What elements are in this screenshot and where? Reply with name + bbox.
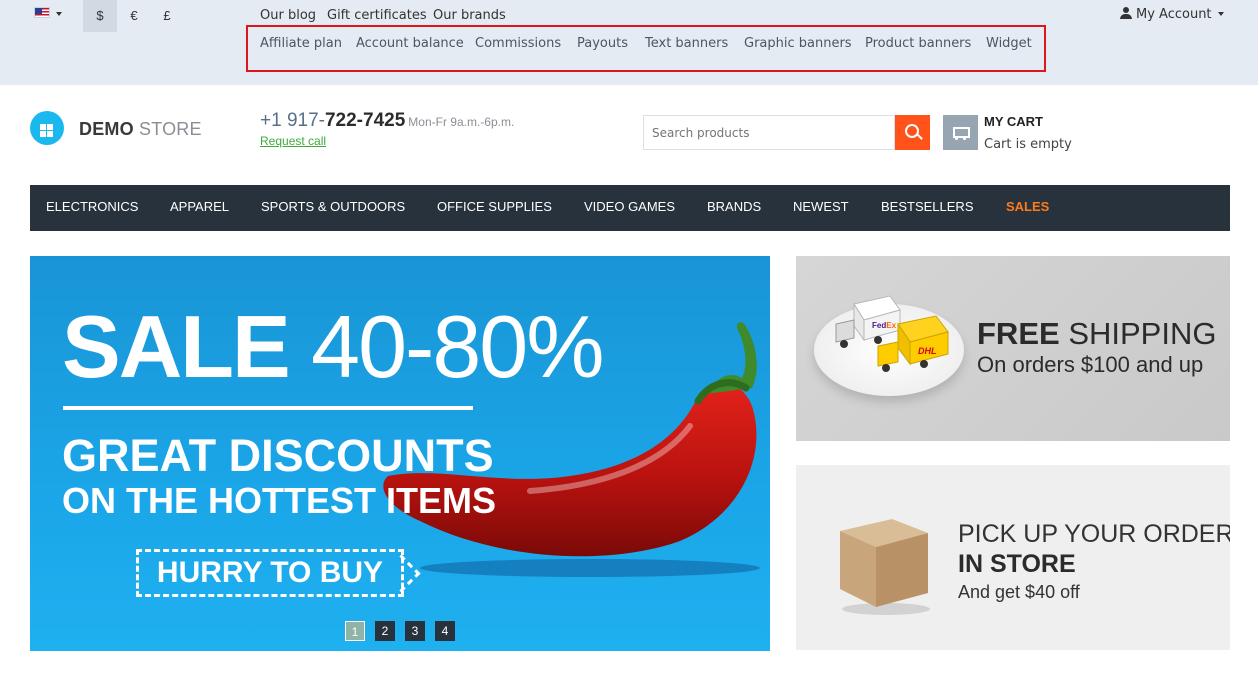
dhl-truck-icon: DHL (877, 315, 949, 372)
nav-electronics[interactable]: ELECTRONICS (46, 185, 138, 231)
user-icon (1120, 7, 1132, 19)
logo-text[interactable]: DEMO STORE (79, 119, 202, 140)
slide-dot-2[interactable]: 2 (375, 621, 395, 641)
logo-icon[interactable] (30, 111, 64, 145)
cardboard-box-icon (840, 519, 930, 615)
chevron-down-icon[interactable] (56, 12, 62, 16)
nav-sales[interactable]: SALES (1006, 185, 1049, 231)
hero-divider (63, 406, 473, 410)
nav-apparel[interactable]: APPAREL (170, 185, 229, 231)
search-icon[interactable] (895, 115, 930, 150)
shipping-title: FREE SHIPPING (977, 316, 1217, 351)
top-bar: $ € £ Our blog Gift certificates Our bra… (0, 0, 1258, 85)
slide-dot-3[interactable]: 3 (405, 621, 425, 641)
free-shipping-banner[interactable]: FedEx DHL FREE SHIPPING On orders $100 a… (796, 256, 1230, 441)
phone-number: +1 917-722-7425 Mon-Fr 9a.m.-6p.m. (260, 110, 515, 131)
us-flag-icon[interactable] (34, 7, 50, 18)
cart-status: Cart is empty (984, 137, 1072, 152)
cart-icon[interactable] (943, 115, 978, 150)
shipping-subtitle: On orders $100 and up (977, 352, 1204, 377)
svg-text:DHL: DHL (918, 346, 937, 356)
link-product-banners[interactable]: Product banners (865, 36, 971, 51)
cart-title[interactable]: MY CART (984, 114, 1043, 129)
chevron-down-icon (1217, 12, 1224, 16)
link-payouts[interactable]: Payouts (577, 36, 628, 51)
my-account-menu[interactable]: My Account (1120, 7, 1224, 22)
hurry-to-buy-button[interactable]: HURRY TO BUY (136, 549, 404, 597)
my-account-label: My Account (1136, 7, 1212, 22)
nav-bestsellers[interactable]: BESTSELLERS (881, 185, 974, 231)
link-widget[interactable]: Widget (986, 36, 1032, 51)
link-our-blog[interactable]: Our blog (260, 8, 316, 23)
pickup-subtitle: And get $40 off (958, 582, 1080, 602)
currency-eur[interactable]: € (117, 0, 151, 32)
pickup-title: PICK UP YOUR ORDER (958, 520, 1230, 548)
hero-banner[interactable]: SALE 40-80% GREAT DISCOUNTS ON THE HOTTE… (30, 256, 770, 651)
link-commissions[interactable]: Commissions (475, 36, 561, 51)
link-affiliate-plan[interactable]: Affiliate plan (260, 36, 342, 51)
link-graphic-banners[interactable]: Graphic banners (744, 36, 852, 51)
search-input[interactable] (643, 115, 895, 150)
currency-usd[interactable]: $ (83, 0, 117, 32)
nav-brands[interactable]: BRANDS (707, 185, 761, 231)
nav-office-supplies[interactable]: OFFICE SUPPLIES (437, 185, 552, 231)
nav-sports-outdoors[interactable]: SPORTS & OUTDOORS (261, 185, 405, 231)
link-text-banners[interactable]: Text banners (645, 36, 728, 51)
pickup-title-bold: IN STORE (958, 550, 1076, 578)
nav-video-games[interactable]: VIDEO GAMES (584, 185, 675, 231)
link-gift-certificates[interactable]: Gift certificates (327, 8, 427, 23)
currency-gbp[interactable]: £ (150, 0, 184, 32)
slide-dot-4[interactable]: 4 (435, 621, 455, 641)
hero-headline: GREAT DISCOUNTS (62, 430, 494, 481)
request-call-link[interactable]: Request call (260, 134, 326, 148)
slide-dot-1[interactable]: 1 (345, 621, 365, 641)
link-account-balance[interactable]: Account balance (356, 36, 464, 51)
pickup-in-store-banner[interactable]: PICK UP YOUR ORDER IN STORE And get $40 … (796, 465, 1230, 650)
hero-sale-text: SALE 40-80% (62, 297, 604, 396)
nav-newest[interactable]: NEWEST (793, 185, 849, 231)
main-nav: ELECTRONICS APPAREL SPORTS & OUTDOORS OF… (30, 185, 1230, 231)
hero-subheadline: ON THE HOTTEST ITEMS (62, 480, 497, 521)
link-our-brands[interactable]: Our brands (433, 8, 506, 23)
